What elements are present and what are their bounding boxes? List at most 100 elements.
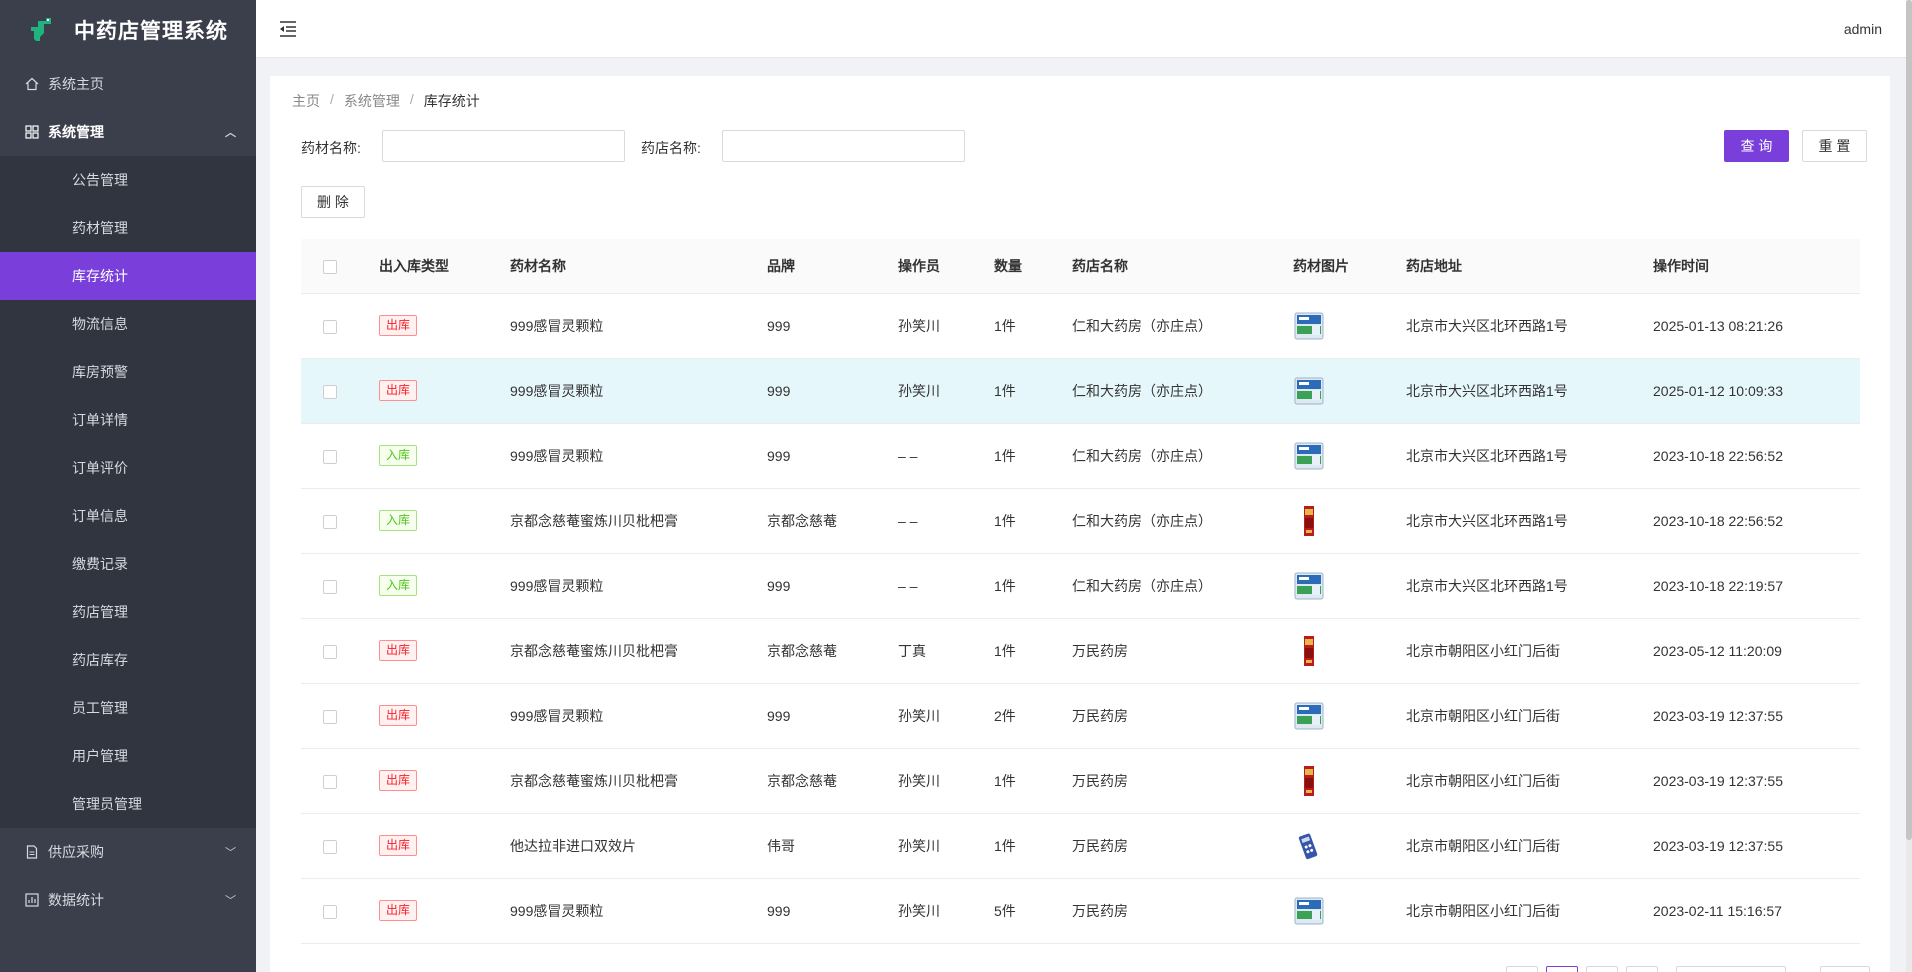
column-header[interactable]: 药材图片 [1293, 239, 1406, 294]
prev-page-button[interactable] [1506, 966, 1538, 972]
medicine-image[interactable] [1293, 312, 1325, 339]
page-button-active[interactable] [1546, 966, 1578, 972]
medicine-image[interactable] [1293, 572, 1325, 599]
sidebar-item-system[interactable]: 系统管理 ︿ [0, 108, 256, 156]
row-checkbox[interactable] [323, 319, 337, 334]
sidebar-item-admins[interactable]: 管理员管理 [0, 780, 256, 828]
table-row[interactable]: 出库 京都念慈菴蜜炼川贝枇杷膏 京都念慈菴 孙笑川 1件 万民药房 北京市朝阳区小红门后街 2… [301, 748, 1860, 814]
sidebar-item-pharmacy[interactable]: 药店管理 [0, 588, 256, 636]
medicine-name-cell: 999感冒灵颗粒 [510, 358, 767, 424]
medicine-image[interactable] [1293, 635, 1325, 666]
sidebar-item-logistics[interactable]: 物流信息 [0, 300, 256, 348]
sidebar-item-warehouse-alert[interactable]: 库房预警 [0, 348, 256, 396]
sidebar-item-order-review[interactable]: 订单评价 [0, 444, 256, 492]
medicine-image[interactable] [1293, 505, 1325, 536]
table-row[interactable]: 出库 999感冒灵颗粒 999 孙笑川 1件 仁和大药房（亦庄点） 北京市大兴区北环西路1号… [301, 358, 1860, 424]
table-row[interactable]: 出库 999感冒灵颗粒 999 孙笑川 5件 万民药房 北京市朝阳区小红门后街 2023-02… [301, 878, 1860, 944]
delete-button[interactable]: 删 除 [301, 186, 365, 218]
table-row[interactable]: 入库 京都念慈菴蜜炼川贝枇杷膏 京都念慈菴 – –1件 仁和大药房（亦庄点） 北京市大兴区… [301, 488, 1860, 554]
table-row[interactable]: 出库 他达拉非进口双效片 伟哥 孙笑川 1件 万民药房 北京市朝阳区小红门后街 2023-03… [301, 813, 1860, 879]
app-logo[interactable]: 中药店管理系统 [0, 0, 256, 60]
chevron-down-icon: ﹀ [225, 847, 236, 859]
sidebar-item-order-detail[interactable]: 订单详情 [0, 396, 256, 444]
medicine-image-cell [1293, 813, 1406, 879]
medicine-image[interactable] [1293, 833, 1325, 859]
medicine-name-input[interactable] [382, 130, 625, 162]
store-address-cell: 北京市朝阳区小红门后街 [1406, 683, 1653, 749]
medicine-image[interactable] [1293, 442, 1325, 469]
select-all-checkbox[interactable] [323, 259, 337, 274]
stock-type-tag: 出库 [379, 705, 418, 726]
operator-cell: 孙笑川 [898, 358, 994, 424]
type-cell: 出库 [379, 293, 510, 359]
medicine-image-cell [1293, 878, 1406, 944]
store-address-cell: 北京市大兴区北环西路1号 [1406, 488, 1653, 554]
store-address-cell: 北京市大兴区北环西路1号 [1406, 553, 1653, 619]
brand-cell: 999 [767, 358, 898, 424]
page-button[interactable] [1586, 966, 1618, 972]
breadcrumb-system[interactable]: 系统管理 [344, 91, 400, 111]
table-row[interactable]: 入库 999感冒灵颗粒 999– –1件 仁和大药房（亦庄点） 北京市大兴区北环西路1号… [301, 423, 1860, 489]
row-checkbox[interactable] [323, 904, 337, 919]
sidebar-item-label: 供应采购 [48, 844, 104, 860]
medicine-image[interactable] [1293, 377, 1325, 404]
column-header[interactable]: 药店名称 [1072, 239, 1293, 294]
sidebar-item-stats[interactable]: 数据统计 ﹀ [0, 876, 256, 924]
medicine-image[interactable] [1293, 765, 1325, 796]
column-header[interactable]: 数量 [994, 239, 1072, 294]
row-checkbox[interactable] [323, 839, 337, 854]
column-header[interactable]: 品牌 [767, 239, 898, 294]
column-header[interactable]: 操作时间 [1653, 239, 1860, 294]
row-checkbox[interactable] [323, 644, 337, 659]
sidebar-item-label: 员工管理 [72, 700, 128, 716]
page-jump-input[interactable] [1820, 966, 1870, 972]
user-name[interactable]: admin [1844, 21, 1882, 37]
sidebar-item-payment[interactable]: 缴费记录 [0, 540, 256, 588]
page-scrollbar[interactable] [1906, 0, 1912, 972]
row-checkbox[interactable] [323, 449, 337, 464]
menu-fold-icon[interactable] [278, 20, 298, 38]
store-name-input[interactable] [722, 130, 965, 162]
type-cell: 出库 [379, 748, 510, 814]
sidebar-item-label: 药店管理 [72, 604, 128, 620]
table-row[interactable]: 出库 京都念慈菴蜜炼川贝枇杷膏 京都念慈菴 丁真 1件 万民药房 北京市朝阳区小红门后街 20… [301, 618, 1860, 684]
scrollbar-thumb[interactable] [1906, 0, 1912, 840]
sidebar-item-order-info[interactable]: 订单信息 [0, 492, 256, 540]
reset-button[interactable]: 重 置 [1802, 130, 1867, 162]
medicine-image-cell [1293, 618, 1406, 684]
row-checkbox[interactable] [323, 384, 337, 399]
sidebar-item-supply[interactable]: 供应采购 ﹀ [0, 828, 256, 876]
row-checkbox[interactable] [323, 579, 337, 594]
row-checkbox[interactable] [323, 514, 337, 529]
sidebar-item-pharmacy-stock[interactable]: 药店库存 [0, 636, 256, 684]
table-row[interactable]: 入库 999感冒灵颗粒 999– –1件 仁和大药房（亦庄点） 北京市大兴区北环西路1号… [301, 553, 1860, 619]
medicine-image[interactable] [1293, 897, 1325, 924]
operator-cell: 孙笑川 [898, 878, 994, 944]
table-row[interactable]: 出库 999感冒灵颗粒 999 孙笑川 2件 万民药房 北京市朝阳区小红门后街 2023-03… [301, 683, 1860, 749]
column-header[interactable]: 出入库类型 [379, 239, 510, 294]
sidebar-item-home[interactable]: 系统主页 [0, 60, 256, 108]
next-page-button[interactable] [1626, 966, 1658, 972]
column-header[interactable]: 操作员 [898, 239, 994, 294]
medicine-name-cell: 999感冒灵颗粒 [510, 293, 767, 359]
sidebar-item-users[interactable]: 用户管理 [0, 732, 256, 780]
app-title: 中药店管理系统 [74, 20, 228, 43]
sidebar-item-label: 用户管理 [72, 748, 128, 764]
page-size-select[interactable] [1676, 966, 1786, 972]
row-checkbox[interactable] [323, 709, 337, 724]
sidebar-item-notice[interactable]: 公告管理 [0, 156, 256, 204]
row-checkbox[interactable] [323, 774, 337, 789]
sidebar-item-medicine[interactable]: 药材管理 [0, 204, 256, 252]
medicine-image-cell [1293, 293, 1406, 359]
type-cell: 出库 [379, 683, 510, 749]
medicine-image[interactable] [1293, 702, 1325, 729]
query-button[interactable]: 查 询 [1724, 130, 1789, 162]
sidebar-item-inventory-stats[interactable]: 库存统计 [0, 252, 256, 300]
table-row[interactable]: 出库 999感冒灵颗粒 999 孙笑川 1件 仁和大药房（亦庄点） 北京市大兴区北环西路1号… [301, 293, 1860, 359]
column-header[interactable]: 药材名称 [510, 239, 767, 294]
stock-type-tag: 入库 [379, 510, 418, 531]
breadcrumb-home[interactable]: 主页 [292, 91, 320, 111]
brand-cell: 999 [767, 878, 898, 944]
column-header[interactable]: 药店地址 [1406, 239, 1653, 294]
sidebar-item-staff[interactable]: 员工管理 [0, 684, 256, 732]
